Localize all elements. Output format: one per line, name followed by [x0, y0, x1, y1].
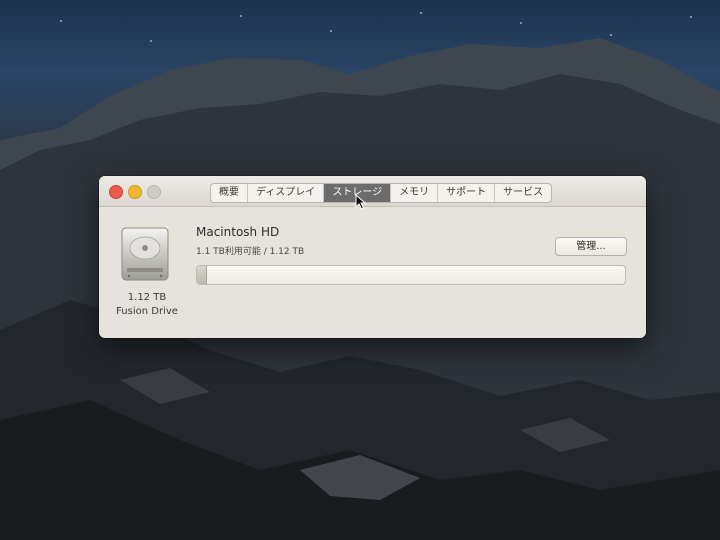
desktop-wallpaper: 概要 ディスプレイ ストレージ メモリ サポート サービス 1.12 TB Fu…	[0, 0, 720, 540]
titlebar: 概要 ディスプレイ ストレージ メモリ サポート サービス	[99, 176, 646, 207]
tab-overview[interactable]: 概要	[211, 184, 248, 202]
about-this-mac-window: 概要 ディスプレイ ストレージ メモリ サポート サービス 1.12 TB Fu…	[99, 176, 646, 338]
disk-name: Macintosh HD	[196, 225, 280, 239]
disk-availability: 1.1 TB利用可能 / 1.12 TB	[196, 247, 305, 257]
drive-type-label: Fusion Drive	[116, 306, 178, 317]
manage-button[interactable]: 管理...	[555, 237, 627, 256]
drive-size-label: 1.12 TB	[127, 292, 167, 303]
tab-support[interactable]: サポート	[438, 184, 496, 202]
close-button[interactable]	[109, 185, 123, 199]
zoom-button	[147, 185, 161, 199]
tab-memory[interactable]: メモリ	[391, 184, 439, 202]
tab-bar: 概要 ディスプレイ ストレージ メモリ サポート サービス	[210, 183, 553, 203]
mouse-pointer-icon	[355, 194, 367, 210]
tab-displays[interactable]: ディスプレイ	[248, 184, 325, 202]
minimize-button[interactable]	[128, 185, 142, 199]
storage-used-segment	[197, 266, 207, 284]
storage-usage-bar	[196, 265, 626, 285]
tab-service[interactable]: サービス	[495, 184, 551, 202]
hard-drive-icon	[121, 227, 169, 281]
